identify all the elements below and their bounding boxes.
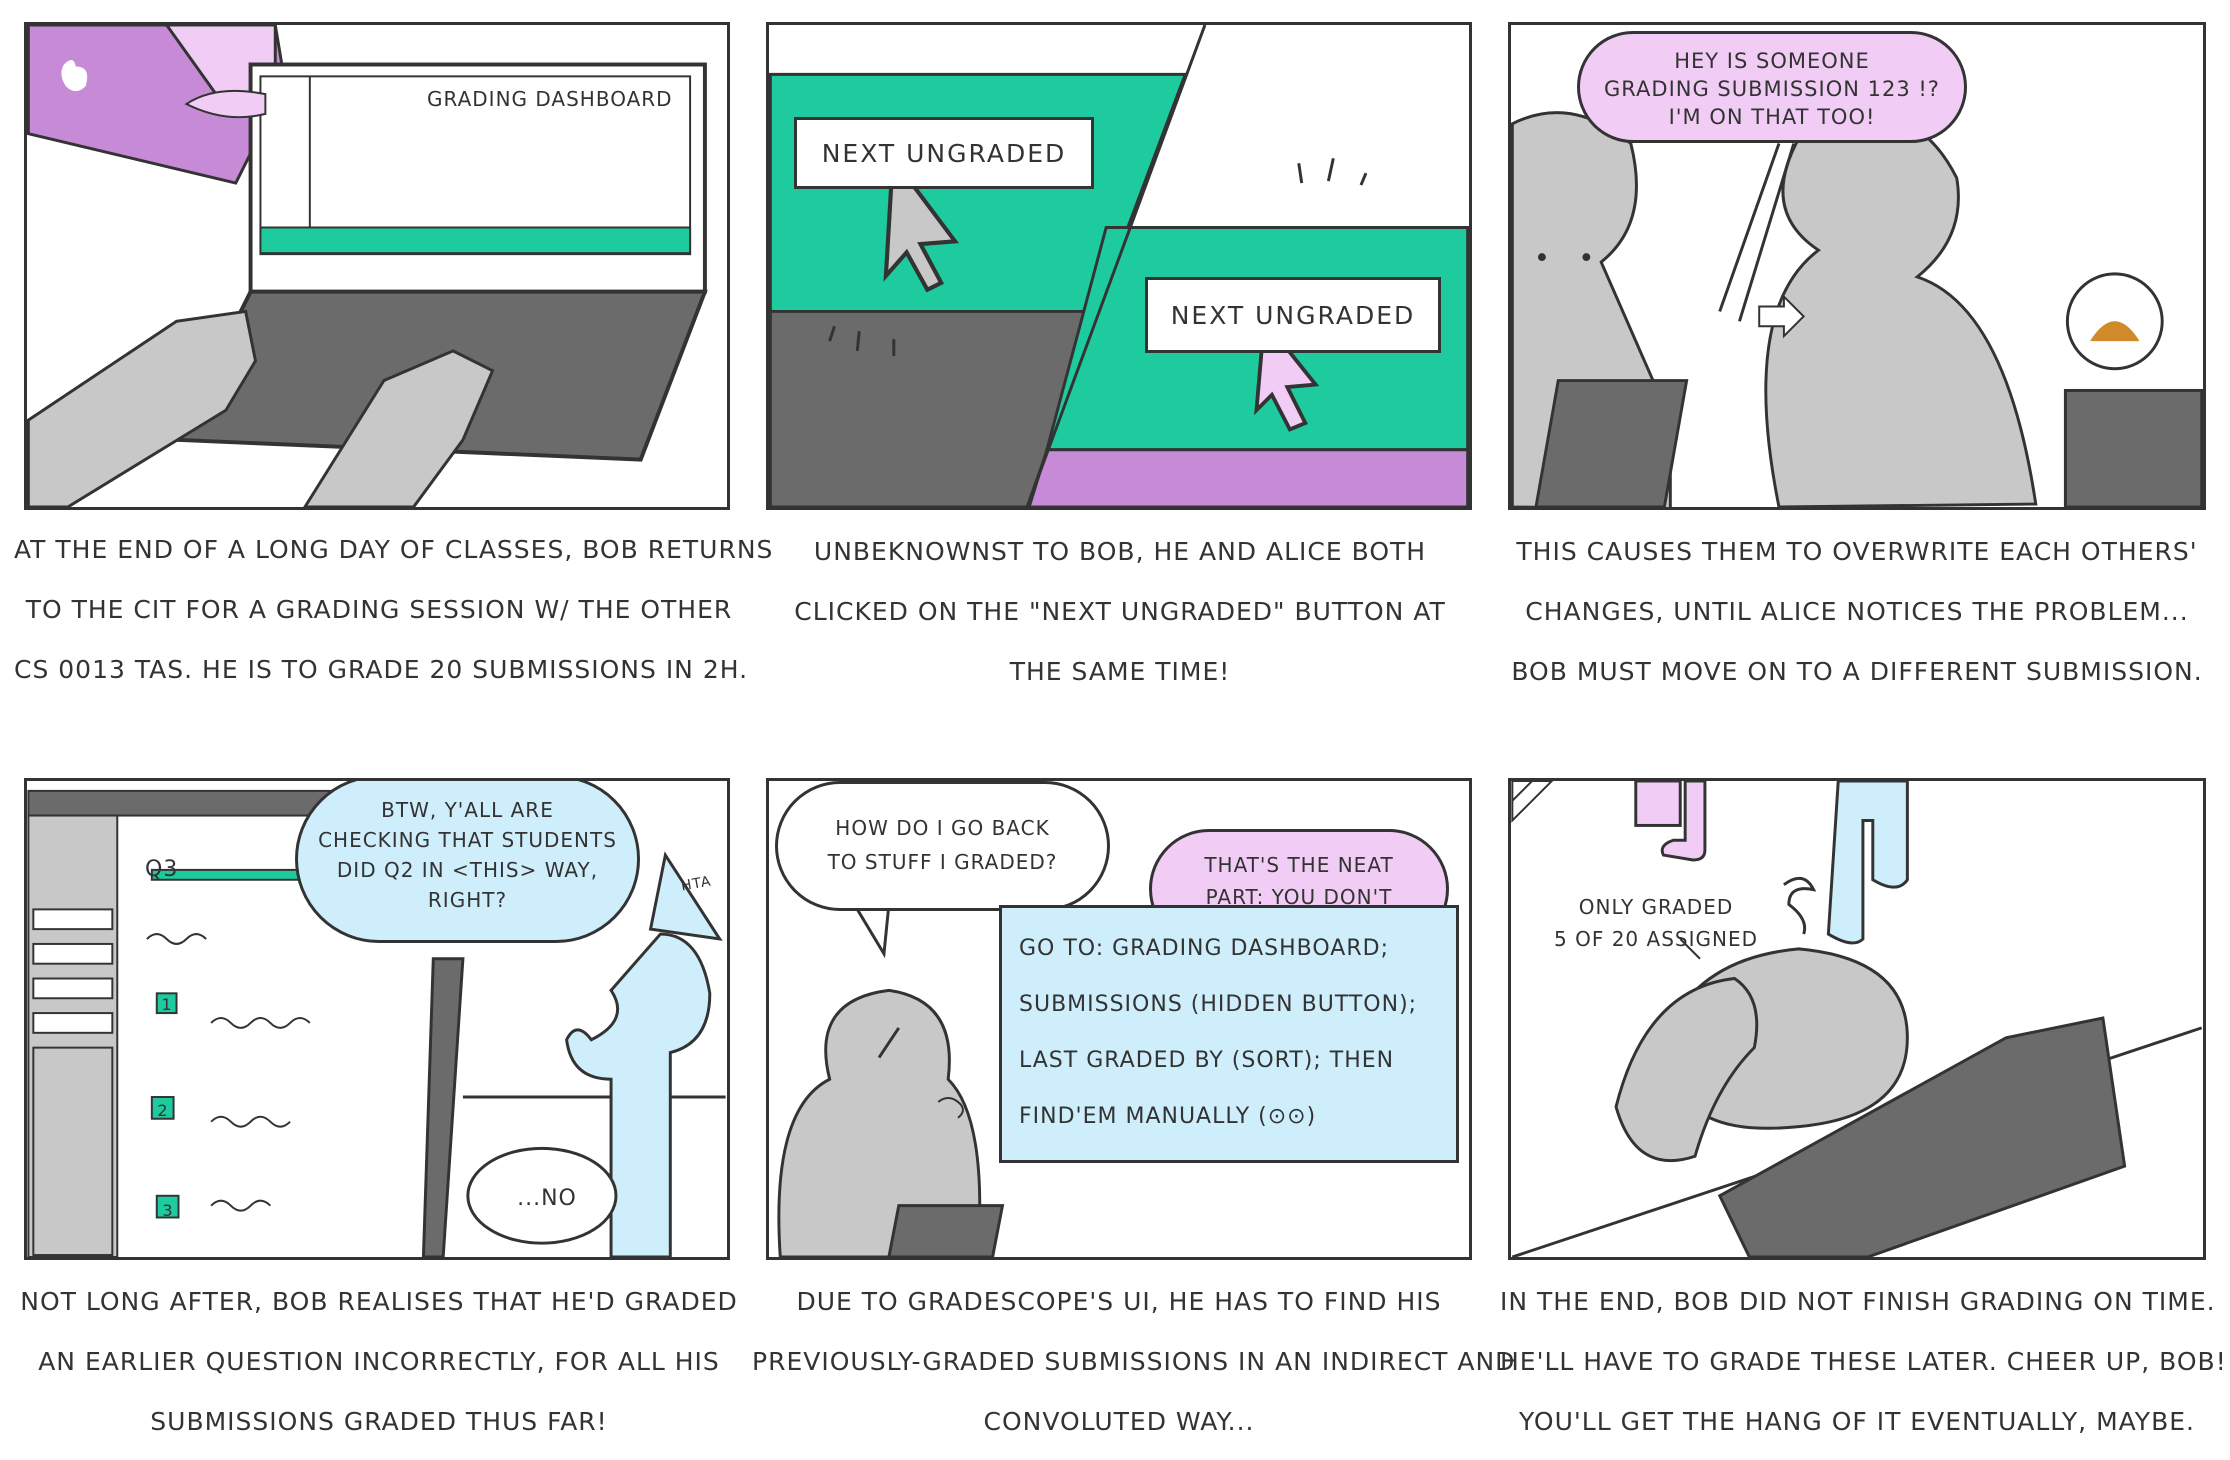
bob-arm bbox=[1614, 976, 1759, 1162]
note-line: 5 OF 20 ASSIGNED bbox=[1554, 927, 1758, 951]
screen-title: GRADING DASHBOARD bbox=[427, 87, 673, 111]
left-hand bbox=[27, 309, 258, 507]
caption-line: HE'LL HAVE TO GRADE THESE LATER. CHEER U… bbox=[1500, 1347, 2227, 1376]
caption-line: CHANGES, UNTIL ALICE NOTICES THE PROBLEM… bbox=[1525, 597, 2189, 626]
panel-2-art bbox=[769, 25, 1469, 507]
panel-3-caption: THIS CAUSES THEM TO OVERWRITE EACH OTHER… bbox=[1500, 522, 2214, 702]
caption-line: THE SAME TIME! bbox=[1009, 657, 1231, 686]
item-number: 1 bbox=[161, 995, 173, 1014]
person-right bbox=[1764, 114, 2038, 507]
panel-1: GRADING DASHBOARD bbox=[24, 22, 730, 510]
instruction-line: SUBMISSIONS (HIDDEN BUTTON); bbox=[1019, 992, 1418, 1017]
panel-6: ONLY GRADED 5 OF 20 ASSIGNED bbox=[1508, 778, 2206, 1260]
next-ungraded-button[interactable]: NEXT UNGRADED bbox=[794, 117, 1094, 189]
caption-line: TO THE CIT FOR A GRADING SESSION W/ THE … bbox=[25, 595, 733, 624]
panel-6-caption: IN THE END, BOB DID NOT FINISH GRADING O… bbox=[1500, 1272, 2227, 1452]
panel-4: BTW, Y'ALL ARE CHECKING THAT STUDENTS DI… bbox=[24, 778, 730, 1260]
caption-line: DUE TO GRADESCOPE'S UI, HE HAS TO FIND H… bbox=[796, 1287, 1442, 1316]
caption-line: YOU'LL GET THE HANG OF IT EVENTUALLY, MA… bbox=[1519, 1407, 2195, 1436]
instruction-line: GO TO: GRADING DASHBOARD; bbox=[1019, 936, 1389, 961]
speech-line: HOW DO I GO BACK bbox=[835, 816, 1050, 840]
speech-line: CHECKING THAT STUDENTS bbox=[318, 828, 617, 852]
note-line: ONLY GRADED bbox=[1578, 895, 1734, 919]
party-hat-icon bbox=[648, 851, 723, 941]
panel-5: HOW DO I GO BACK TO STUFF I GRADED? THAT… bbox=[766, 778, 1472, 1260]
speech-text: THAT'S THE NEAT PART: YOU DON'T bbox=[1149, 849, 1449, 913]
speech-line: TO STUFF I GRADED? bbox=[827, 850, 1058, 874]
speech-line: DID Q2 IN <THIS> WAY, bbox=[336, 858, 599, 882]
caption-line: THIS CAUSES THEM TO OVERWRITE EACH OTHER… bbox=[1516, 537, 2198, 566]
reply-text: ...NO bbox=[517, 1186, 577, 1211]
item-number: 2 bbox=[157, 1101, 169, 1120]
speech-line: I'M ON THAT TOO! bbox=[1668, 105, 1876, 129]
caption-line: SUBMISSIONS GRADED THUS FAR! bbox=[150, 1407, 608, 1436]
caption-line: AN EARLIER QUESTION INCORRECTLY, FOR ALL… bbox=[38, 1347, 720, 1376]
panel-1-caption: AT THE END OF A LONG DAY OF CLASSES, BOB… bbox=[14, 520, 774, 700]
speech-text: HOW DO I GO BACK TO STUFF I GRADED? bbox=[775, 811, 1110, 879]
caption-line: CLICKED ON THE "NEXT UNGRADED" BUTTON AT bbox=[794, 597, 1446, 626]
speech-line: THAT'S THE NEAT bbox=[1204, 853, 1394, 877]
speech-line: GRADING SUBMISSION 123 !? bbox=[1604, 77, 1940, 101]
speech-text: HEY IS SOMEONE GRADING SUBMISSION 123 !?… bbox=[1577, 47, 1967, 131]
caption-line: IN THE END, BOB DID NOT FINISH GRADING O… bbox=[1500, 1287, 2216, 1316]
speech-line: HEY IS SOMEONE bbox=[1674, 49, 1870, 73]
speech-text: BTW, Y'ALL ARE CHECKING THAT STUDENTS DI… bbox=[295, 795, 640, 915]
panel-4-caption: NOT LONG AFTER, BOB REALISES THAT HE'D G… bbox=[14, 1272, 744, 1452]
instruction-line: LAST GRADED BY (SORT); THEN bbox=[1019, 1048, 1395, 1073]
caption-line: CONVOLUTED WAY... bbox=[983, 1407, 1255, 1436]
panel-5-caption: DUE TO GRADESCOPE'S UI, HE HAS TO FIND H… bbox=[752, 1272, 1516, 1452]
instructions-text: GO TO: GRADING DASHBOARD; SUBMISSIONS (H… bbox=[1019, 921, 1417, 1145]
caption-line: BOB MUST MOVE ON TO A DIFFERENT SUBMISSI… bbox=[1511, 657, 2203, 686]
next-ungraded-button[interactable]: NEXT UNGRADED bbox=[1145, 277, 1441, 353]
caption-line: CS 0013 TAS. HE IS TO GRADE 20 SUBMISSIO… bbox=[14, 655, 749, 684]
caption-line: AT THE END OF A LONG DAY OF CLASSES, BOB… bbox=[14, 535, 774, 564]
caption-line: UNBEKNOWNST TO BOB, HE AND ALICE BOTH bbox=[813, 537, 1427, 566]
panel-3: HEY IS SOMEONE GRADING SUBMISSION 123 !?… bbox=[1508, 22, 2206, 510]
caption-line: NOT LONG AFTER, BOB REALISES THAT HE'D G… bbox=[20, 1287, 738, 1316]
speech-line: BTW, Y'ALL ARE bbox=[381, 798, 554, 822]
instruction-line: FIND'EM MANUALLY (⊙⊙) bbox=[1019, 1104, 1317, 1129]
panel-2: NEXT UNGRADED NEXT UNGRADED bbox=[766, 22, 1472, 510]
panel-6-art bbox=[1511, 781, 2203, 1257]
item-number: 3 bbox=[162, 1201, 174, 1220]
caption-line: PREVIOUSLY-GRADED SUBMISSIONS IN AN INDI… bbox=[752, 1347, 1516, 1376]
note-text: ONLY GRADED 5 OF 20 ASSIGNED bbox=[1511, 891, 1801, 955]
question-label: Q3 bbox=[145, 857, 179, 882]
speech-line: RIGHT? bbox=[427, 888, 508, 912]
panel-2-caption: UNBEKNOWNST TO BOB, HE AND ALICE BOTH CL… bbox=[760, 522, 1480, 702]
